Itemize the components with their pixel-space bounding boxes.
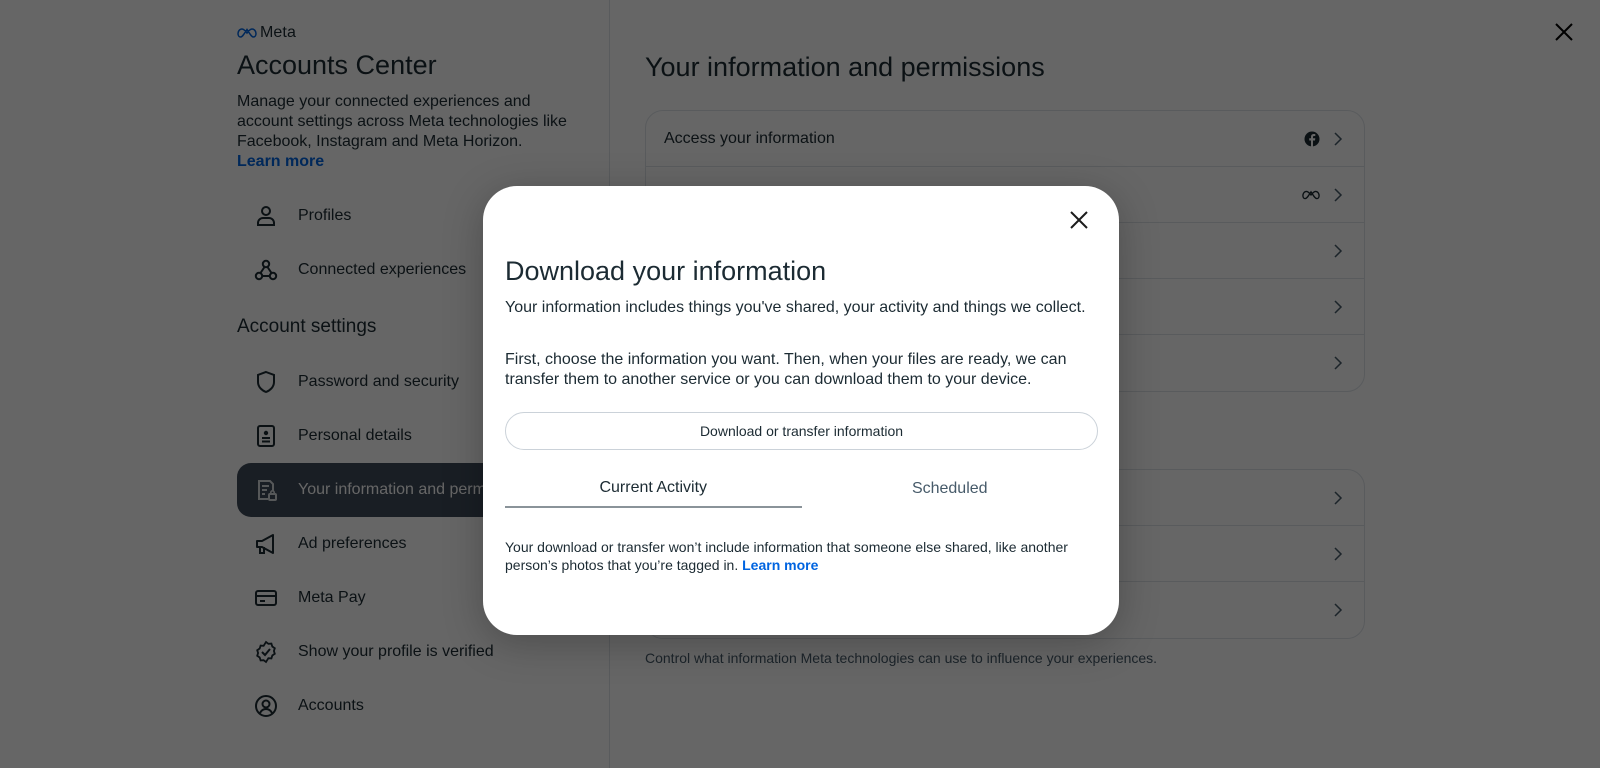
dialog-paragraph: First, choose the information you want. … (505, 351, 1067, 388)
tab-current-activity[interactable]: Current Activity (505, 470, 802, 508)
tab-scheduled[interactable]: Scheduled (802, 470, 1099, 508)
dialog-note: Your download or transfer won’t include … (505, 538, 1075, 574)
close-icon[interactable] (1067, 208, 1091, 232)
download-info-dialog: Download your information Your informati… (483, 186, 1119, 635)
dialog-paragraph: Your information includes things you've … (505, 299, 1086, 316)
dialog-title: Download your information (505, 256, 827, 286)
note-learn-more-link[interactable]: Learn more (742, 557, 818, 573)
activity-tabs: Current Activity Scheduled (505, 470, 1098, 508)
download-transfer-button[interactable]: Download or transfer information (505, 412, 1098, 450)
